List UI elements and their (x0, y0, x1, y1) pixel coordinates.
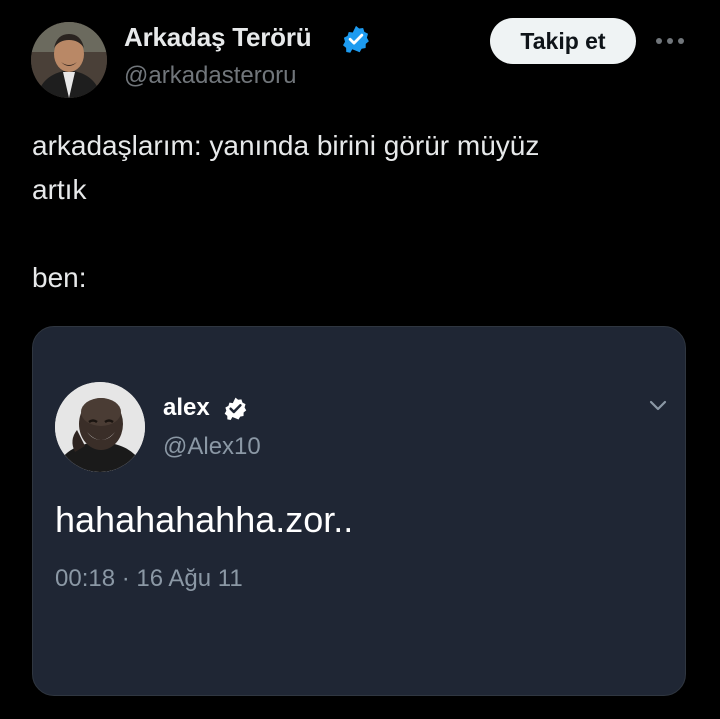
author-display-name[interactable]: Arkadaş Terörü (124, 22, 312, 53)
embed-verified-badge-icon (224, 397, 247, 420)
embedded-tweet-image[interactable]: alex @Alex10 hahahahahha.zor.. 00:18 · 1… (32, 326, 686, 696)
follow-button[interactable]: Takip et (490, 18, 636, 64)
chevron-down-icon (649, 400, 667, 411)
tweet-header: Arkadaş Terörü @arkadasteroru Takip et (0, 0, 720, 110)
embed-author-display-name: alex (163, 394, 210, 421)
embed-author-avatar (55, 382, 145, 472)
more-options-button[interactable] (652, 28, 688, 54)
embed-tweet-text: hahahahahha.zor.. (55, 499, 354, 540)
embed-timestamp: 00:18 · 16 Ağu 11 (55, 565, 243, 592)
more-horizontal-icon (656, 38, 684, 44)
verified-badge-icon (343, 25, 369, 53)
tweet-text: arkadaşlarım: yanında birini görür müyüz… (32, 130, 540, 293)
author-handle[interactable]: @arkadasteroru (124, 62, 296, 90)
embed-author-handle: @Alex10 (163, 433, 261, 460)
author-avatar[interactable] (31, 22, 107, 98)
